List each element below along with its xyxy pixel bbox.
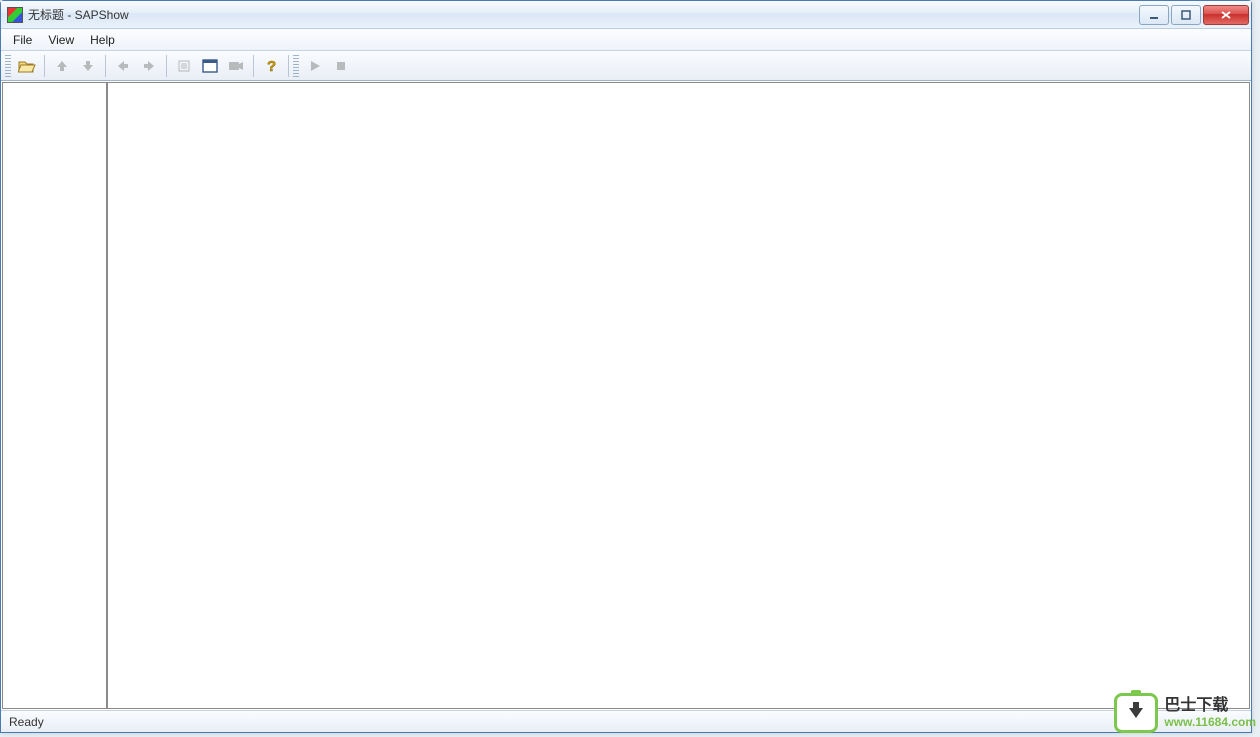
up-button <box>50 54 74 78</box>
titlebar-drag-area[interactable] <box>129 1 1139 28</box>
watermark-label: 巴士下载 <box>1164 696 1256 715</box>
fullscreen-icon <box>202 59 218 73</box>
list-icon <box>177 59 191 73</box>
close-icon <box>1220 10 1232 20</box>
toolbar-grip[interactable] <box>5 55 11 77</box>
forward-arrow-icon <box>142 59 156 73</box>
watermark-icon <box>1114 693 1158 733</box>
camera-icon <box>228 59 244 73</box>
watermark: 巴士下载 www.11684.com <box>1114 693 1256 733</box>
toolbar-separator <box>166 55 167 77</box>
toolbar-separator <box>105 55 106 77</box>
side-panel[interactable] <box>3 83 108 708</box>
back-arrow-icon <box>116 59 130 73</box>
fullscreen-button[interactable] <box>198 54 222 78</box>
stop-icon <box>335 60 347 72</box>
app-icon <box>7 7 23 23</box>
toolbar-separator <box>253 55 254 77</box>
watermark-url: www.11684.com <box>1164 715 1256 729</box>
close-button[interactable] <box>1203 5 1249 25</box>
toolbar-separator <box>44 55 45 77</box>
download-arrow-icon <box>1129 708 1143 718</box>
titlebar: 无标题 - SAPShow <box>1 1 1251 29</box>
list-button <box>172 54 196 78</box>
up-arrow-icon <box>55 59 69 73</box>
menu-file[interactable]: File <box>5 31 40 49</box>
toolbar: ? <box>1 51 1251 81</box>
help-icon: ? <box>264 58 278 74</box>
minimize-button[interactable] <box>1139 5 1169 25</box>
down-arrow-icon <box>81 59 95 73</box>
menubar: File View Help <box>1 29 1251 51</box>
toolbar-grip[interactable] <box>293 55 299 77</box>
svg-text:?: ? <box>267 58 276 74</box>
main-panel[interactable] <box>108 83 1249 708</box>
stop-button <box>329 54 353 78</box>
toolbar-separator <box>288 55 289 77</box>
down-button <box>76 54 100 78</box>
window-title: 无标题 - SAPShow <box>28 6 129 23</box>
open-icon <box>18 58 36 74</box>
watermark-text: 巴士下载 www.11684.com <box>1164 696 1256 730</box>
play-icon <box>309 60 321 72</box>
forward-button <box>137 54 161 78</box>
open-button[interactable] <box>15 54 39 78</box>
minimize-icon <box>1149 10 1159 20</box>
window-controls <box>1139 5 1249 25</box>
app-window: 无标题 - SAPShow File View Help <box>0 0 1252 733</box>
record-button <box>224 54 248 78</box>
content-area <box>2 82 1250 709</box>
statusbar: Ready <box>1 710 1251 732</box>
play-button <box>303 54 327 78</box>
help-button[interactable]: ? <box>259 54 283 78</box>
menu-view[interactable]: View <box>40 31 82 49</box>
maximize-icon <box>1181 10 1191 20</box>
maximize-button[interactable] <box>1171 5 1201 25</box>
status-text: Ready <box>9 715 44 729</box>
menu-help[interactable]: Help <box>82 31 123 49</box>
back-button <box>111 54 135 78</box>
